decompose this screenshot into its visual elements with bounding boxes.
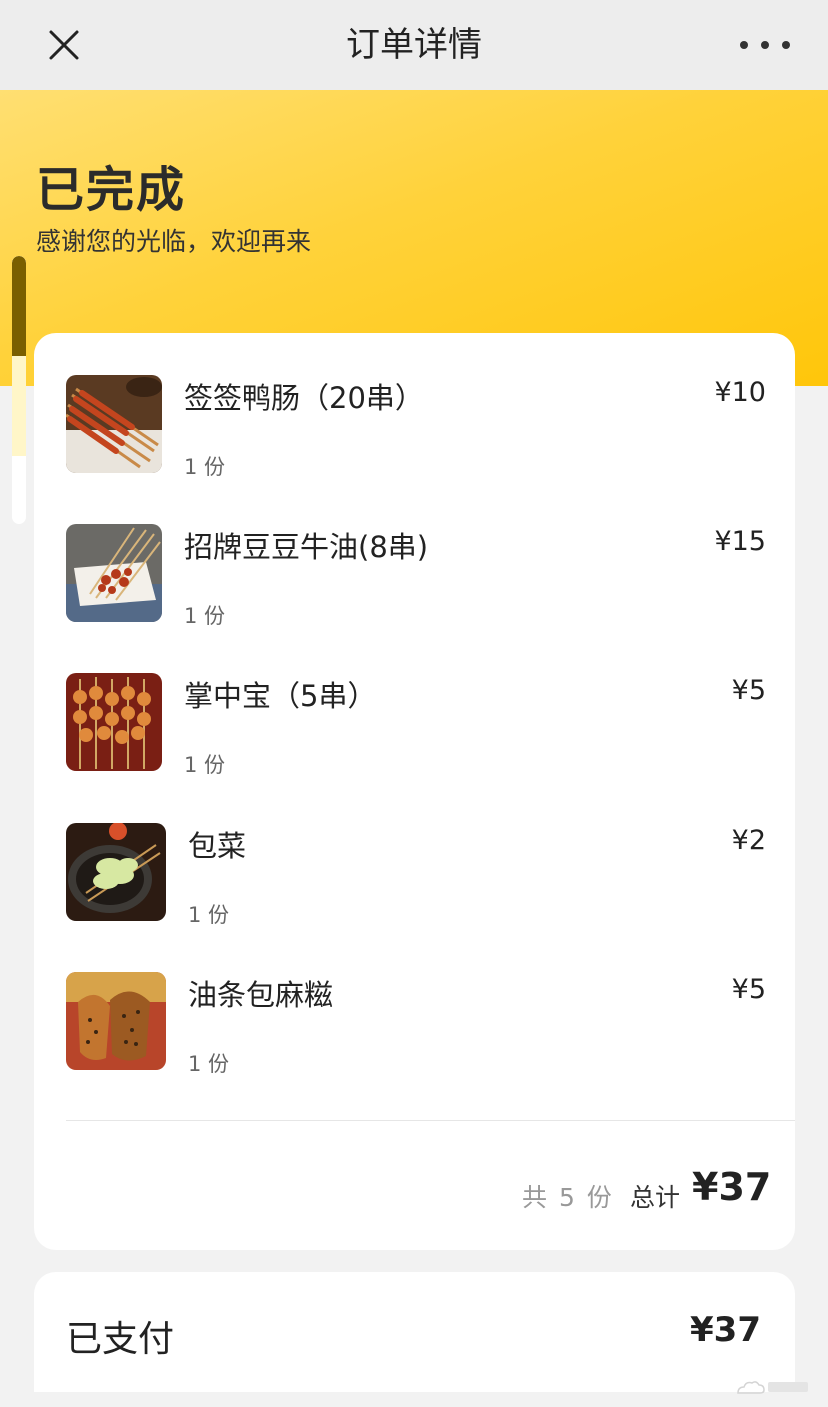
duck-intestine-skewers-image <box>66 375 162 473</box>
more-button[interactable] <box>740 30 790 60</box>
item-price: ¥5 <box>731 675 766 706</box>
more-icon-dot <box>740 41 748 49</box>
total-label: 总计 <box>630 1183 681 1212</box>
paid-amount: ¥37 <box>690 1310 761 1350</box>
item-quantity: 1 份 <box>184 604 226 628</box>
item-name: 掌中宝（5串） <box>184 679 377 713</box>
order-status-title: 已完成 <box>36 162 187 218</box>
more-icon-dot <box>782 41 790 49</box>
item-name: 油条包麻糍 <box>188 978 334 1012</box>
item-price: ¥10 <box>714 377 766 408</box>
item-thumbnail <box>66 375 162 473</box>
item-price: ¥2 <box>731 825 766 856</box>
order-item[interactable]: 掌中宝（5串） ¥5 1 份 <box>66 673 766 777</box>
nav-bar: 订单详情 <box>0 0 828 90</box>
item-price: ¥5 <box>731 974 766 1005</box>
scroll-thumb <box>12 256 26 356</box>
fried-dough-mochi-image <box>66 972 166 1070</box>
more-icon-dot <box>761 41 769 49</box>
item-thumbnail <box>66 673 162 771</box>
item-thumbnail <box>66 972 166 1070</box>
item-name: 招牌豆豆牛油(8串) <box>184 530 429 564</box>
total-amount: ¥37 <box>692 1165 772 1209</box>
divider <box>66 1120 795 1121</box>
watermark-logo <box>734 1376 814 1402</box>
order-item[interactable]: 油条包麻糍 ¥5 1 份 <box>66 972 766 1076</box>
order-item[interactable]: 签签鸭肠（20串） ¥10 1 份 <box>66 375 766 479</box>
item-quantity: 1 份 <box>184 753 226 777</box>
item-name: 签签鸭肠（20串） <box>184 381 424 415</box>
payment-status-label: 已支付 <box>66 1319 175 1360</box>
scroll-track-highlight <box>12 356 26 456</box>
side-scroll-indicator[interactable] <box>12 256 26 524</box>
cabbage-skewers-image <box>66 823 166 921</box>
beef-tallow-skewers-image <box>66 524 162 622</box>
page-title: 订单详情 <box>346 25 482 65</box>
item-quantity: 1 份 <box>188 1052 230 1076</box>
item-thumbnail <box>66 524 162 622</box>
order-item[interactable]: 招牌豆豆牛油(8串) ¥15 1 份 <box>66 524 766 628</box>
chicken-cartilage-skewers-image <box>66 673 162 771</box>
order-items-card: 签签鸭肠（20串） ¥10 1 份 招牌豆豆牛油(8串) ¥15 1 份 掌中宝… <box>34 333 795 1250</box>
item-quantity: 1 份 <box>188 903 230 927</box>
item-price: ¥15 <box>714 526 766 557</box>
item-thumbnail <box>66 823 166 921</box>
cloud-watermark-icon <box>737 1381 808 1394</box>
order-item[interactable]: 包菜 ¥2 1 份 <box>66 823 766 927</box>
item-name: 包菜 <box>188 829 247 863</box>
item-quantity: 1 份 <box>184 455 226 479</box>
item-count: 共 5 份 <box>522 1183 614 1212</box>
payment-card: 已支付 ¥37 <box>34 1272 795 1392</box>
order-status-subtitle: 感谢您的光临，欢迎再来 <box>36 227 312 256</box>
